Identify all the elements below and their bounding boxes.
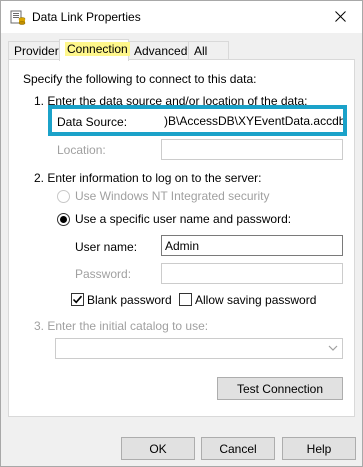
step2-heading: 2. Enter information to log on to the se… (34, 171, 262, 185)
data-source-label: Data Source: (57, 115, 128, 129)
tab-all[interactable]: All (188, 41, 229, 60)
tab-advanced[interactable]: Advanced (128, 41, 189, 60)
test-connection-button[interactable]: Test Connection (217, 377, 343, 400)
step3-heading: 3. Enter the initial catalog to use: (34, 319, 209, 333)
ok-button[interactable]: OK (121, 437, 195, 460)
location-label: Location: (57, 143, 106, 157)
tab-provider[interactable]: Provider (8, 41, 60, 60)
intro-text: Specify the following to connect to this… (23, 72, 257, 86)
location-input[interactable] (161, 139, 343, 160)
specific-user-radio[interactable] (57, 213, 70, 226)
checkmark-icon (72, 295, 83, 304)
window-title: Data Link Properties (32, 10, 141, 24)
close-icon (335, 11, 346, 22)
data-link-properties-window: Data Link Properties Provider Connection… (0, 0, 363, 467)
initial-catalog-select[interactable] (55, 338, 343, 359)
help-button[interactable]: Help (282, 437, 356, 460)
nt-security-radio[interactable] (57, 190, 70, 203)
tab-connection[interactable]: Connection (59, 39, 130, 61)
user-name-input[interactable]: Admin (161, 235, 343, 256)
password-label: Password: (75, 267, 132, 281)
close-button[interactable] (319, 1, 362, 32)
cancel-button[interactable]: Cancel (201, 437, 275, 460)
blank-password-label: Blank password (87, 293, 172, 307)
chevron-down-icon (328, 345, 338, 351)
data-link-icon (10, 9, 26, 25)
data-source-input[interactable]: )B\AccessDB\XYEventData.accdb (161, 110, 343, 131)
specific-user-label: Use a specific user name and password: (75, 212, 292, 226)
radio-selected-dot (60, 216, 67, 223)
allow-saving-label: Allow saving password (195, 293, 317, 307)
nt-security-label: Use Windows NT Integrated security (75, 189, 270, 203)
title-bar: Data Link Properties (1, 1, 362, 33)
tab-strip: Provider Connection Advanced All (1, 39, 362, 61)
allow-saving-checkbox[interactable] (179, 293, 192, 306)
user-name-label: User name: (75, 240, 138, 254)
password-input[interactable] (161, 263, 343, 284)
blank-password-checkbox[interactable] (71, 293, 84, 306)
